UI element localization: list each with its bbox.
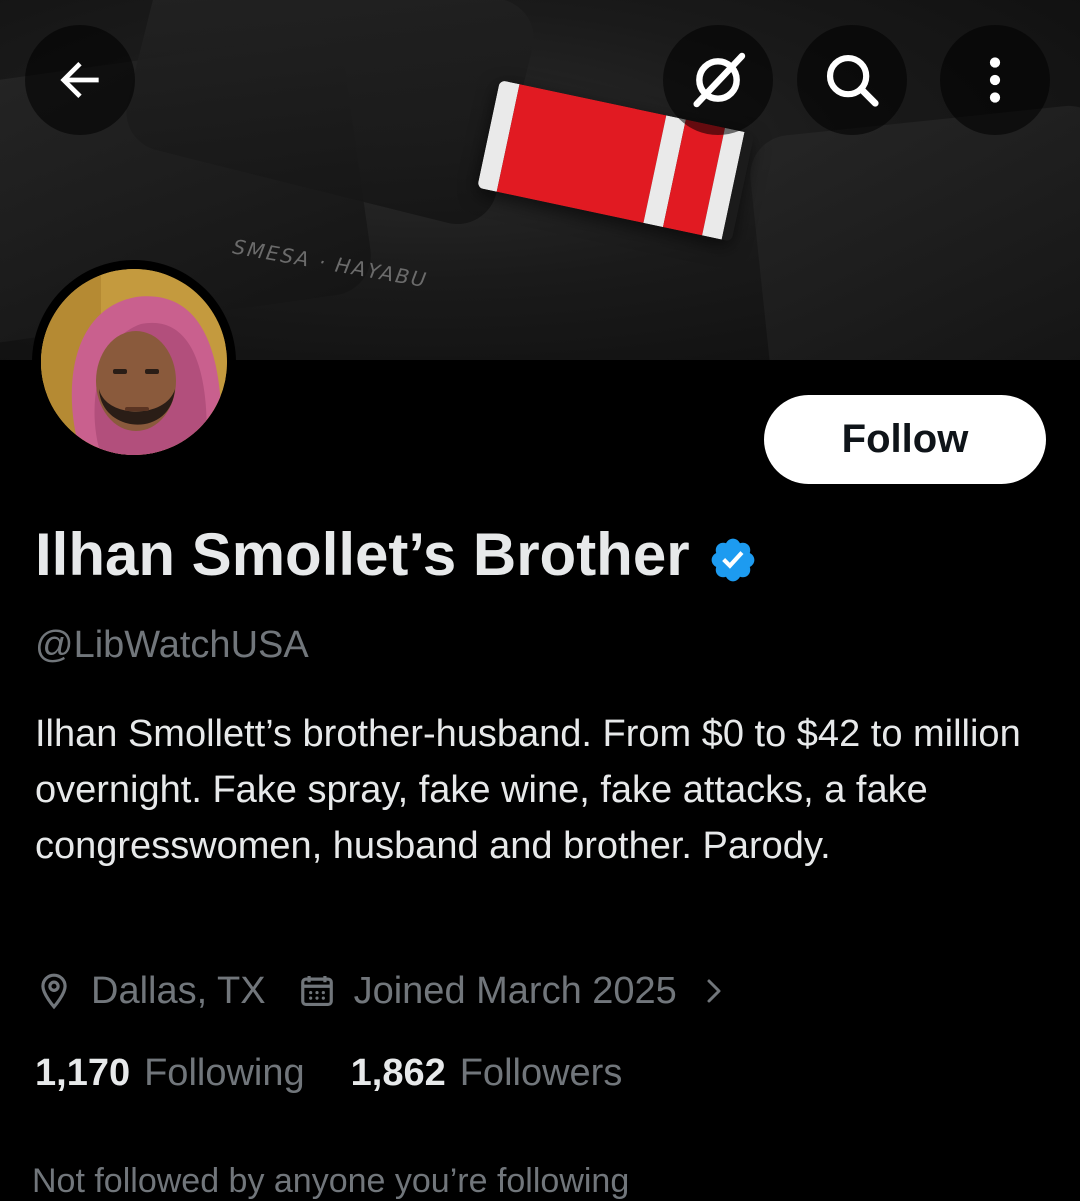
not-followed-text: Not followed by anyone you’re following: [32, 1162, 630, 1200]
more-vertical-icon: [989, 57, 1001, 103]
back-arrow-icon: [60, 62, 99, 98]
followers-count: 1,862: [350, 1052, 446, 1094]
grok-slash-icon: [693, 52, 746, 108]
following-link[interactable]: 1,170 Following: [35, 1052, 305, 1095]
followers-label: Followers: [459, 1052, 623, 1094]
location-text: Dallas, TX: [91, 969, 266, 1012]
avatar-portrait-icon: [41, 269, 227, 455]
avatar-image: [41, 269, 227, 455]
calendar-icon: [300, 975, 333, 1007]
joined-date[interactable]: Joined March 2025: [298, 970, 747, 1013]
chevron-right-icon: [707, 979, 721, 1003]
following-label: Following: [144, 1052, 305, 1094]
profile-meta: Dallas, TX Joined March 2025: [35, 963, 747, 1019]
follow-button[interactable]: Follow: [764, 395, 1046, 484]
followers-link[interactable]: 1,862 Followers: [351, 1052, 623, 1095]
back-button[interactable]: [25, 25, 135, 135]
more-button[interactable]: [940, 25, 1050, 135]
display-name-row: Ilhan Smollet’s Brother: [35, 520, 758, 589]
display-name: Ilhan Smollet’s Brother: [35, 521, 690, 588]
handle: @LibWatchUSA: [35, 624, 309, 666]
verified-badge-icon[interactable]: [708, 530, 758, 581]
search-icon: [826, 54, 879, 107]
location: Dallas, TX: [35, 970, 266, 1013]
follow-stats: 1,170 Following 1,862 Followers: [35, 1052, 622, 1095]
following-count: 1,170: [35, 1052, 131, 1094]
grok-button[interactable]: [663, 25, 773, 135]
avatar[interactable]: [32, 260, 236, 464]
banner-fold: [746, 101, 1080, 360]
location-pin-icon: [41, 973, 67, 1010]
joined-text: Joined March 2025: [353, 969, 677, 1012]
search-button[interactable]: [797, 25, 907, 135]
bio: Ilhan Smollett’s brother-husband. From $…: [35, 713, 1021, 867]
